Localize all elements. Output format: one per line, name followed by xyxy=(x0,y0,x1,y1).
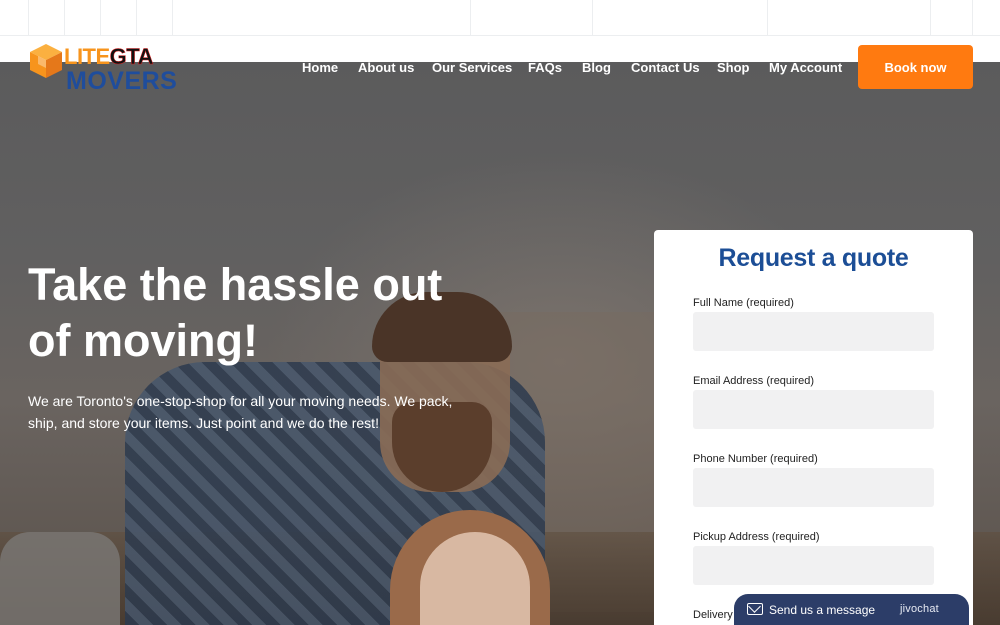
divider xyxy=(100,0,101,36)
envelope-icon xyxy=(747,603,763,615)
top-strip xyxy=(0,0,1000,36)
hero-headline-line-1: Take the hassle out xyxy=(28,259,443,310)
quote-form-card: Request a quote Full Name (required) Ema… xyxy=(654,230,973,625)
nav-item-our-services[interactable]: Our Services xyxy=(432,60,512,75)
divider xyxy=(930,0,931,36)
hero-headline: Take the hassle out of moving! xyxy=(28,257,498,369)
hero-headline-line-2: of moving! xyxy=(28,315,258,366)
divider xyxy=(172,0,173,36)
hero-subtext: We are Toronto's one-stop-shop for all y… xyxy=(28,390,468,434)
phone-number-label: Phone Number (required) xyxy=(693,453,818,465)
pickup-address-field[interactable] xyxy=(693,546,934,585)
quote-form-title: Request a quote xyxy=(718,244,909,272)
chat-widget-button[interactable]: Send us a message jivochat xyxy=(734,594,969,625)
divider xyxy=(592,0,593,36)
divider xyxy=(767,0,768,36)
phone-number-field[interactable] xyxy=(693,468,934,507)
logo-movers-text: MOVERS xyxy=(66,67,178,95)
nav-item-blog[interactable]: Blog xyxy=(582,60,611,75)
logo-lite-text: LITE xyxy=(64,44,110,69)
nav-item-home[interactable]: Home xyxy=(302,60,338,75)
divider xyxy=(28,0,29,36)
nav-item-shop[interactable]: Shop xyxy=(717,60,750,75)
full-name-label: Full Name (required) xyxy=(693,297,794,309)
book-now-button[interactable]: Book now xyxy=(858,45,973,89)
logo-wordmark-top: LITEGTA xyxy=(64,44,154,69)
divider xyxy=(972,0,973,36)
email-address-field[interactable] xyxy=(693,390,934,429)
nav-item-about-us[interactable]: About us xyxy=(358,60,414,75)
hero-subtext-line-2: ship, and store your items. Just point a… xyxy=(28,415,379,431)
full-name-field[interactable] xyxy=(693,312,934,351)
jivochat-brand: jivochat xyxy=(900,603,939,615)
chat-widget-label: Send us a message xyxy=(769,603,876,617)
logo-gta-text: GTA xyxy=(109,44,153,69)
sofa xyxy=(0,532,120,625)
divider xyxy=(136,0,137,36)
divider xyxy=(470,0,471,36)
nav-item-my-account[interactable]: My Account xyxy=(769,60,842,75)
divider xyxy=(64,0,65,36)
email-address-label: Email Address (required) xyxy=(693,375,815,387)
delivery-address-label: Delivery xyxy=(693,609,733,621)
cube-logo-icon xyxy=(30,44,62,78)
nav-item-faqs[interactable]: FAQs xyxy=(528,60,562,75)
hero-subtext-line-1: We are Toronto's one-stop-shop for all y… xyxy=(28,393,453,409)
nav-item-contact-us[interactable]: Contact Us xyxy=(631,60,700,75)
site-logo[interactable]: LITEGTA MOVERS xyxy=(28,40,188,96)
pickup-address-label: Pickup Address (required) xyxy=(693,531,820,543)
